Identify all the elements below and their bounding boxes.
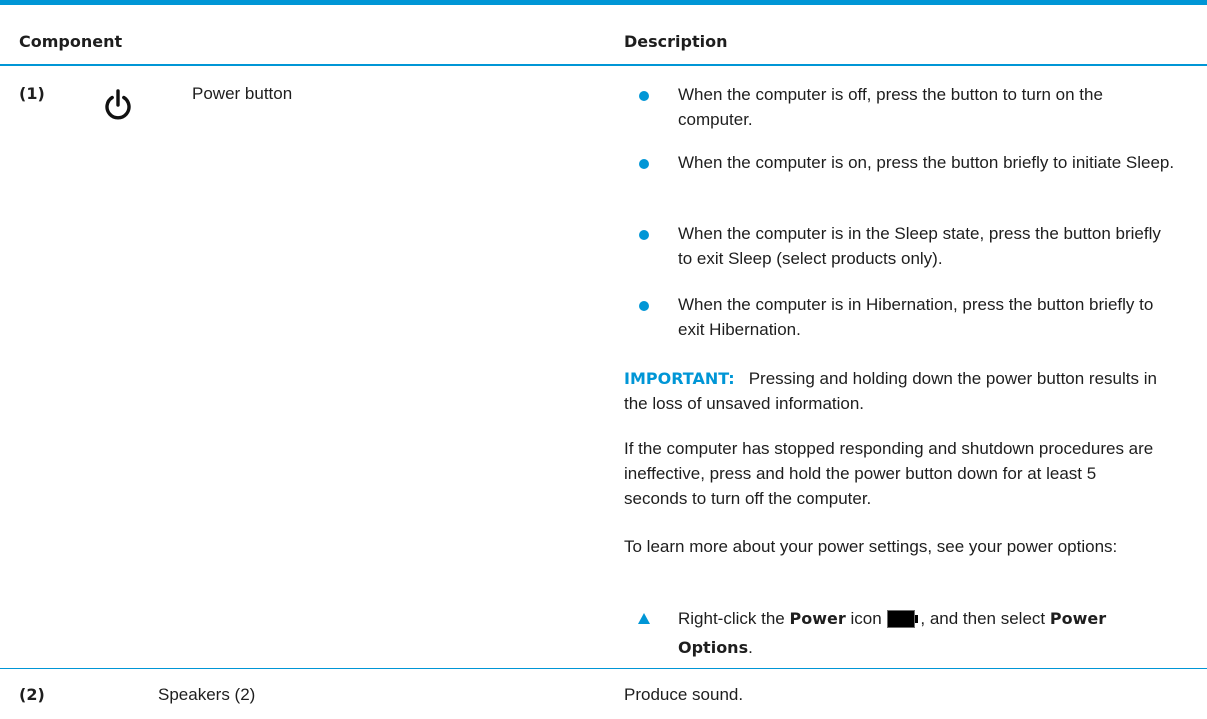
bullet-2: When the computer is on, press the butto…	[678, 153, 1175, 172]
triangle-bullet-icon	[638, 613, 650, 624]
bullet-icon	[639, 301, 649, 311]
bullet-icon	[639, 159, 649, 169]
row-2-description: Produce sound.	[624, 685, 744, 704]
shutdown-paragraph: If the computer has stopped responding a…	[624, 439, 1154, 508]
power-settings-paragraph: To learn more about your power settings,…	[624, 537, 1118, 556]
row-divider	[0, 668, 1207, 669]
header-description: Description	[624, 32, 728, 51]
row-1-number: (1)	[19, 84, 45, 103]
battery-icon	[887, 610, 919, 628]
header-rule	[0, 64, 1207, 66]
row-2-name: Speakers (2)	[158, 685, 256, 704]
bullet-4: When the computer is in Hibernation, pre…	[678, 295, 1154, 339]
top-rule	[0, 0, 1207, 5]
bullet-3: When the computer is in the Sleep state,…	[678, 224, 1161, 268]
important-label: IMPORTANT:	[624, 369, 735, 388]
power-icon	[105, 89, 131, 120]
header-component: Component	[19, 32, 123, 51]
row-2-number: (2)	[19, 685, 45, 704]
bullet-icon	[639, 230, 649, 240]
row-1-name: Power button	[192, 84, 293, 103]
important-note: IMPORTANT: Pressing and holding down the …	[624, 366, 1164, 416]
step-instruction: Right-click the Power icon , and then se…	[678, 609, 1107, 657]
bullet-1: When the computer is off, press the butt…	[678, 85, 1103, 129]
bullet-icon	[639, 91, 649, 101]
